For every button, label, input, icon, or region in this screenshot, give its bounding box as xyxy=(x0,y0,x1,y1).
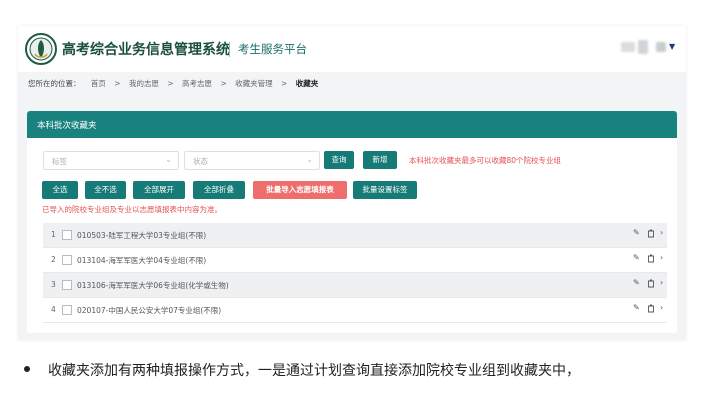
row-index: 1 xyxy=(51,230,56,239)
batch-tag-button[interactable]: 批量设置标签 xyxy=(353,181,417,199)
status-select-placeholder: 状态 xyxy=(193,157,208,166)
breadcrumb-separator: > xyxy=(114,79,121,88)
chevron-down-icon: ⌄ xyxy=(165,155,172,164)
row-checkbox[interactable] xyxy=(62,280,72,290)
user-name-blurred[interactable] xyxy=(638,40,648,54)
trash-icon[interactable] xyxy=(647,279,655,288)
bullet-dot xyxy=(24,366,30,372)
add-button[interactable]: 新增 xyxy=(363,151,397,169)
pencil-icon[interactable]: ✎ xyxy=(633,253,640,262)
tag-select[interactable]: 标签 ⌄ xyxy=(43,151,179,170)
panel-header: 本科批次收藏夹 xyxy=(27,111,677,138)
breadcrumb-label: 您所在的位置： xyxy=(28,79,81,88)
row-checkbox[interactable] xyxy=(62,255,72,265)
breadcrumb-favorites-management[interactable]: 收藏夹管理 xyxy=(235,79,273,88)
pencil-icon[interactable]: ✎ xyxy=(633,278,640,287)
status-select[interactable]: 状态 ⌄ xyxy=(184,151,320,170)
trash-icon[interactable] xyxy=(647,229,655,238)
favorites-panel: 本科批次收藏夹 标签 ⌄ 状态 ⌄ 查询 新增 本科批次收藏夹最多可以收藏80个… xyxy=(27,111,677,333)
caption-text: 收藏夹添加有两种填报操作方式，一是通过计划查询直接添加院校专业组到收藏夹中， xyxy=(48,363,580,379)
pencil-icon[interactable]: ✎ xyxy=(633,228,640,237)
breadcrumb-home[interactable]: 首页 xyxy=(91,79,106,88)
platform-subtitle: 考生服务平台 xyxy=(238,42,307,56)
breadcrumb-gaokao-volunteer[interactable]: 高考志愿 xyxy=(182,79,212,88)
limit-hint: 本科批次收藏夹最多可以收藏80个院校专业组 xyxy=(409,156,562,165)
chevron-right-icon[interactable]: › xyxy=(660,253,663,262)
select-all-button[interactable]: 全选 xyxy=(42,181,78,199)
app-window: 高考综合业务信息管理系统 考生服务平台 ▼ 您所在的位置： 首页 > 我的志愿 … xyxy=(18,26,686,340)
row-label: 013106-海军军医大学06专业组(化学或生物) xyxy=(77,281,229,290)
collapse-all-button[interactable]: 全部折叠 xyxy=(193,181,245,199)
list-item[interactable]: 3 013106-海军军医大学06专业组(化学或生物) ✎ › xyxy=(43,273,667,298)
title-divider xyxy=(229,42,230,57)
chevron-down-icon[interactable]: ▼ xyxy=(669,42,675,51)
row-index: 4 xyxy=(51,305,56,314)
list-item[interactable]: 4 020107-中国人民公安大学07专业组(不限) ✎ › xyxy=(43,298,667,323)
row-label: 013104-海军军医大学04专业组(不限) xyxy=(77,256,207,265)
panel-title: 本科批次收藏夹 xyxy=(37,121,97,131)
deselect-all-button[interactable]: 全不选 xyxy=(85,181,126,199)
system-title: 高考综合业务信息管理系统 xyxy=(62,42,230,58)
list-item[interactable]: 2 013104-海军军医大学04专业组(不限) ✎ › xyxy=(43,248,667,273)
batch-import-button[interactable]: 批量导入志愿填报表 xyxy=(253,181,347,199)
trash-icon[interactable] xyxy=(647,254,655,263)
row-index: 3 xyxy=(51,280,56,289)
user-avatar[interactable] xyxy=(621,42,635,52)
breadcrumb-separator: > xyxy=(220,79,227,88)
query-button[interactable]: 查询 xyxy=(324,151,354,169)
list-item[interactable]: 1 010503-陆军工程大学03专业组(不限) ✎ › xyxy=(43,223,667,248)
logo-icon xyxy=(25,33,57,65)
expand-all-button[interactable]: 全部展开 xyxy=(133,181,185,199)
chevron-right-icon[interactable]: › xyxy=(660,228,663,237)
import-note: 已导入的院校专业组及专业以志愿填报表中内容为准。 xyxy=(42,205,222,214)
chevron-right-icon[interactable]: › xyxy=(660,278,663,287)
chevron-down-icon: ⌄ xyxy=(306,155,313,164)
row-index: 2 xyxy=(51,255,56,264)
breadcrumb-separator: > xyxy=(167,79,174,88)
trash-icon[interactable] xyxy=(647,304,655,313)
user-menu-blurred[interactable] xyxy=(656,42,666,52)
row-label: 020107-中国人民公安大学07专业组(不限) xyxy=(77,306,222,315)
row-checkbox[interactable] xyxy=(62,230,72,240)
pencil-icon[interactable]: ✎ xyxy=(633,303,640,312)
top-header: 高考综合业务信息管理系统 考生服务平台 ▼ xyxy=(18,26,686,72)
tag-select-placeholder: 标签 xyxy=(52,157,67,166)
breadcrumb-separator: > xyxy=(281,79,288,88)
chevron-right-icon[interactable]: › xyxy=(660,303,663,312)
breadcrumb-current: 收藏夹 xyxy=(295,79,319,88)
row-checkbox[interactable] xyxy=(62,305,72,315)
breadcrumb: 您所在的位置： 首页 > 我的志愿 > 高考志愿 > 收藏夹管理 > 收藏夹 xyxy=(28,78,324,89)
breadcrumb-my-volunteer[interactable]: 我的志愿 xyxy=(129,79,159,88)
row-label: 010503-陆军工程大学03专业组(不限) xyxy=(77,231,207,240)
